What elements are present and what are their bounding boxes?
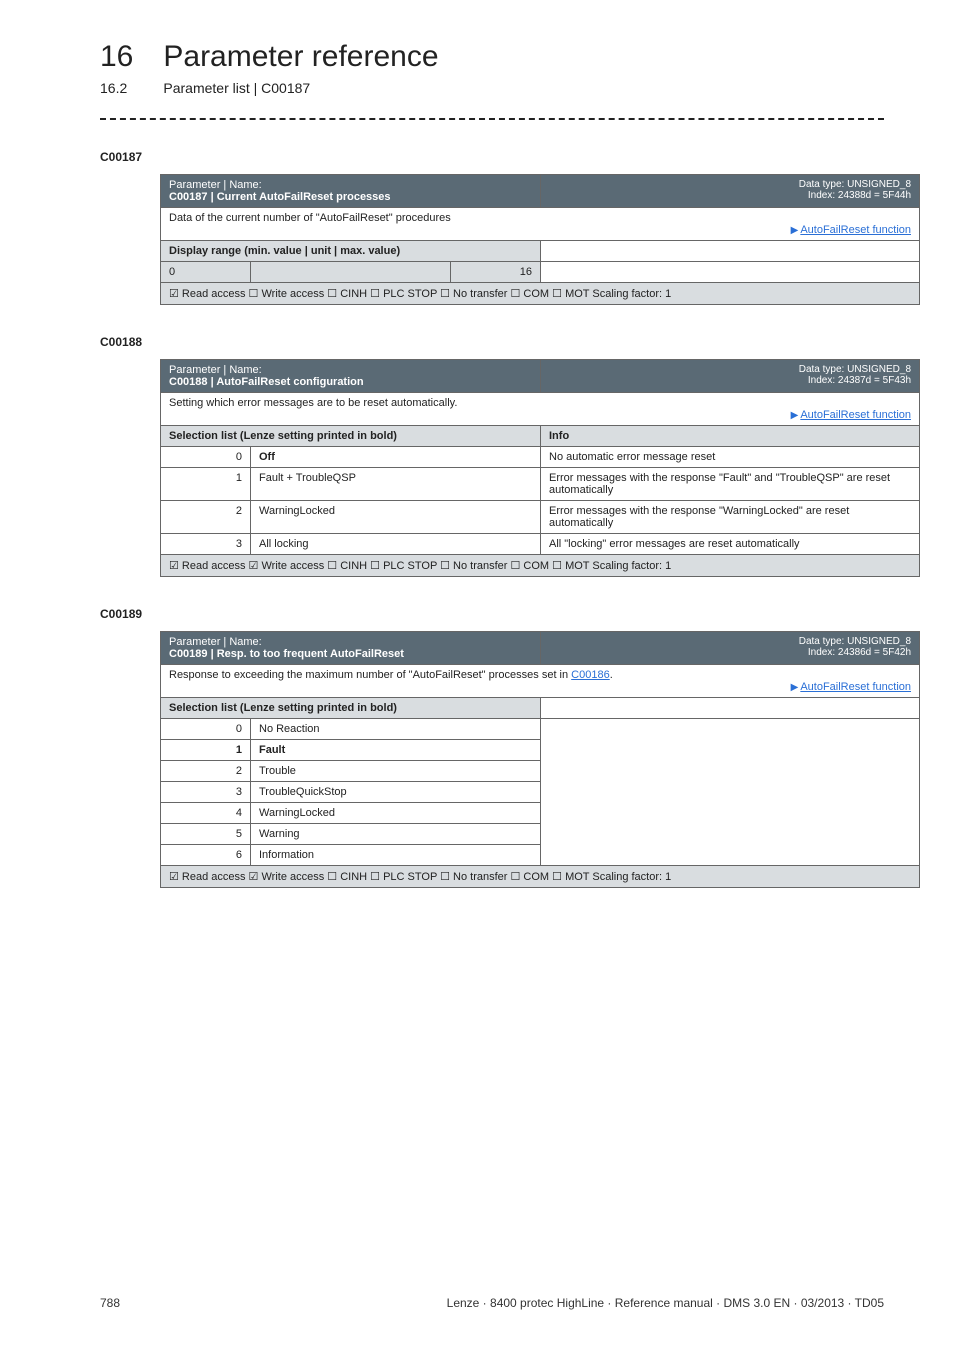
- empty-cell: [541, 241, 920, 262]
- datatype-cell: Data type: UNSIGNED_8 Index: 24388d = 5F…: [541, 175, 920, 208]
- desc-row: Response to exceeding the maximum number…: [161, 665, 920, 698]
- table-row: 3 All locking All "locking" error messag…: [161, 534, 920, 555]
- param-header: Parameter | Name: C00189 | Resp. to too …: [161, 632, 541, 665]
- row-name: All locking: [251, 534, 541, 555]
- desc-row: Data of the current number of "AutoFailR…: [161, 208, 920, 241]
- row-num: 4: [161, 803, 251, 824]
- chapter-number: 16: [100, 40, 133, 74]
- link-arrow-icon: ▶: [791, 682, 799, 693]
- desc-row: Setting which error messages are to be r…: [161, 393, 920, 426]
- c00186-link[interactable]: C00186: [571, 669, 610, 681]
- link-arrow-icon: ▶: [791, 225, 799, 236]
- row-num: 1: [161, 468, 251, 501]
- desc-text: Setting which error messages are to be r…: [169, 397, 911, 409]
- datatype-cell: Data type: UNSIGNED_8 Index: 24386d = 5F…: [541, 632, 920, 665]
- autofailreset-link[interactable]: AutoFailReset function: [800, 409, 911, 421]
- info-label: Info: [541, 426, 920, 447]
- datatype-cell: Data type: UNSIGNED_8 Index: 24387d = 5F…: [541, 360, 920, 393]
- param-name: C00187 | Current AutoFailReset processes: [169, 191, 532, 203]
- row-num: 5: [161, 824, 251, 845]
- page-number: 788: [100, 1296, 120, 1310]
- table-c00189: Parameter | Name: C00189 | Resp. to too …: [160, 631, 920, 888]
- divider: [100, 118, 884, 120]
- access-row: ☑ Read access ☑ Write access ☐ CINH ☐ PL…: [161, 555, 920, 577]
- range-unit: [251, 262, 451, 283]
- param-name: C00188 | AutoFailReset configuration: [169, 376, 532, 388]
- row-num: 0: [161, 719, 251, 740]
- param-name: C00189 | Resp. to too frequent AutoFailR…: [169, 648, 532, 660]
- desc-text-pre: Response to exceeding the maximum number…: [169, 669, 571, 681]
- row-num: 3: [161, 534, 251, 555]
- param-label: Parameter | Name:: [169, 364, 532, 376]
- section-heading-c00187: C00187: [100, 150, 884, 164]
- section-number: 16.2: [100, 80, 133, 96]
- table-row: 0 Off No automatic error message reset: [161, 447, 920, 468]
- access-row: ☑ Read access ☑ Write access ☐ CINH ☐ PL…: [161, 866, 920, 888]
- row-num: 2: [161, 501, 251, 534]
- row-name: WarningLocked: [251, 501, 541, 534]
- table-row: 2 WarningLocked Error messages with the …: [161, 501, 920, 534]
- empty-cell: [541, 262, 920, 283]
- table-c00187: Parameter | Name: C00187 | Current AutoF…: [160, 174, 920, 305]
- page-footer: 788 Lenze · 8400 protec HighLine · Refer…: [100, 1296, 884, 1310]
- row-info: Error messages with the response "Warnin…: [541, 501, 920, 534]
- row-name: WarningLocked: [251, 803, 541, 824]
- row-num: 3: [161, 782, 251, 803]
- empty-cell: [541, 698, 920, 719]
- datatype-line2: Index: 24388d = 5F44h: [549, 190, 911, 201]
- display-range-label: Display range (min. value | unit | max. …: [161, 241, 541, 262]
- access-row: ☑ Read access ☐ Write access ☐ CINH ☐ PL…: [161, 283, 920, 305]
- desc-text: Data of the current number of "AutoFailR…: [169, 212, 911, 224]
- range-min: 0: [161, 262, 251, 283]
- row-name: Off: [251, 447, 541, 468]
- row-num: 6: [161, 845, 251, 866]
- autofailreset-link[interactable]: AutoFailReset function: [800, 224, 911, 236]
- row-name: TroubleQuickStop: [251, 782, 541, 803]
- row-name: Warning: [251, 824, 541, 845]
- row-info: No automatic error message reset: [541, 447, 920, 468]
- link-arrow-icon: ▶: [791, 410, 799, 421]
- param-label: Parameter | Name:: [169, 179, 532, 191]
- row-name: Trouble: [251, 761, 541, 782]
- row-info: All "locking" error messages are reset a…: [541, 534, 920, 555]
- datatype-line2: Index: 24387d = 5F43h: [549, 375, 911, 386]
- chapter-header: 16 16.2 Parameter reference Parameter li…: [100, 40, 884, 96]
- footer-info: Lenze · 8400 protec HighLine · Reference…: [447, 1296, 884, 1310]
- datatype-line1: Data type: UNSIGNED_8: [549, 179, 911, 190]
- row-name: No Reaction: [251, 719, 541, 740]
- section-title: Parameter list | C00187: [163, 80, 438, 96]
- autofailreset-link[interactable]: AutoFailReset function: [800, 681, 911, 693]
- datatype-line1: Data type: UNSIGNED_8: [549, 636, 911, 647]
- desc-text-post: .: [610, 669, 613, 681]
- datatype-line1: Data type: UNSIGNED_8: [549, 364, 911, 375]
- table-row: 0 No Reaction: [161, 719, 920, 740]
- selection-list-label: Selection list (Lenze setting printed in…: [161, 426, 541, 447]
- empty-cell: [541, 719, 920, 866]
- row-num: 0: [161, 447, 251, 468]
- range-max: 16: [451, 262, 541, 283]
- chapter-title: Parameter reference: [163, 40, 438, 74]
- section-heading-c00188: C00188: [100, 335, 884, 349]
- table-c00188: Parameter | Name: C00188 | AutoFailReset…: [160, 359, 920, 577]
- selection-list-label: Selection list (Lenze setting printed in…: [161, 698, 541, 719]
- table-row: 1 Fault + TroubleQSP Error messages with…: [161, 468, 920, 501]
- row-name: Fault: [251, 740, 541, 761]
- datatype-line2: Index: 24386d = 5F42h: [549, 647, 911, 658]
- page-root: 16 16.2 Parameter reference Parameter li…: [0, 0, 954, 1350]
- row-name: Information: [251, 845, 541, 866]
- row-num: 2: [161, 761, 251, 782]
- param-header: Parameter | Name: C00187 | Current AutoF…: [161, 175, 541, 208]
- section-heading-c00189: C00189: [100, 607, 884, 621]
- row-num: 1: [161, 740, 251, 761]
- param-label: Parameter | Name:: [169, 636, 532, 648]
- row-name: Fault + TroubleQSP: [251, 468, 541, 501]
- row-info: Error messages with the response "Fault"…: [541, 468, 920, 501]
- param-header: Parameter | Name: C00188 | AutoFailReset…: [161, 360, 541, 393]
